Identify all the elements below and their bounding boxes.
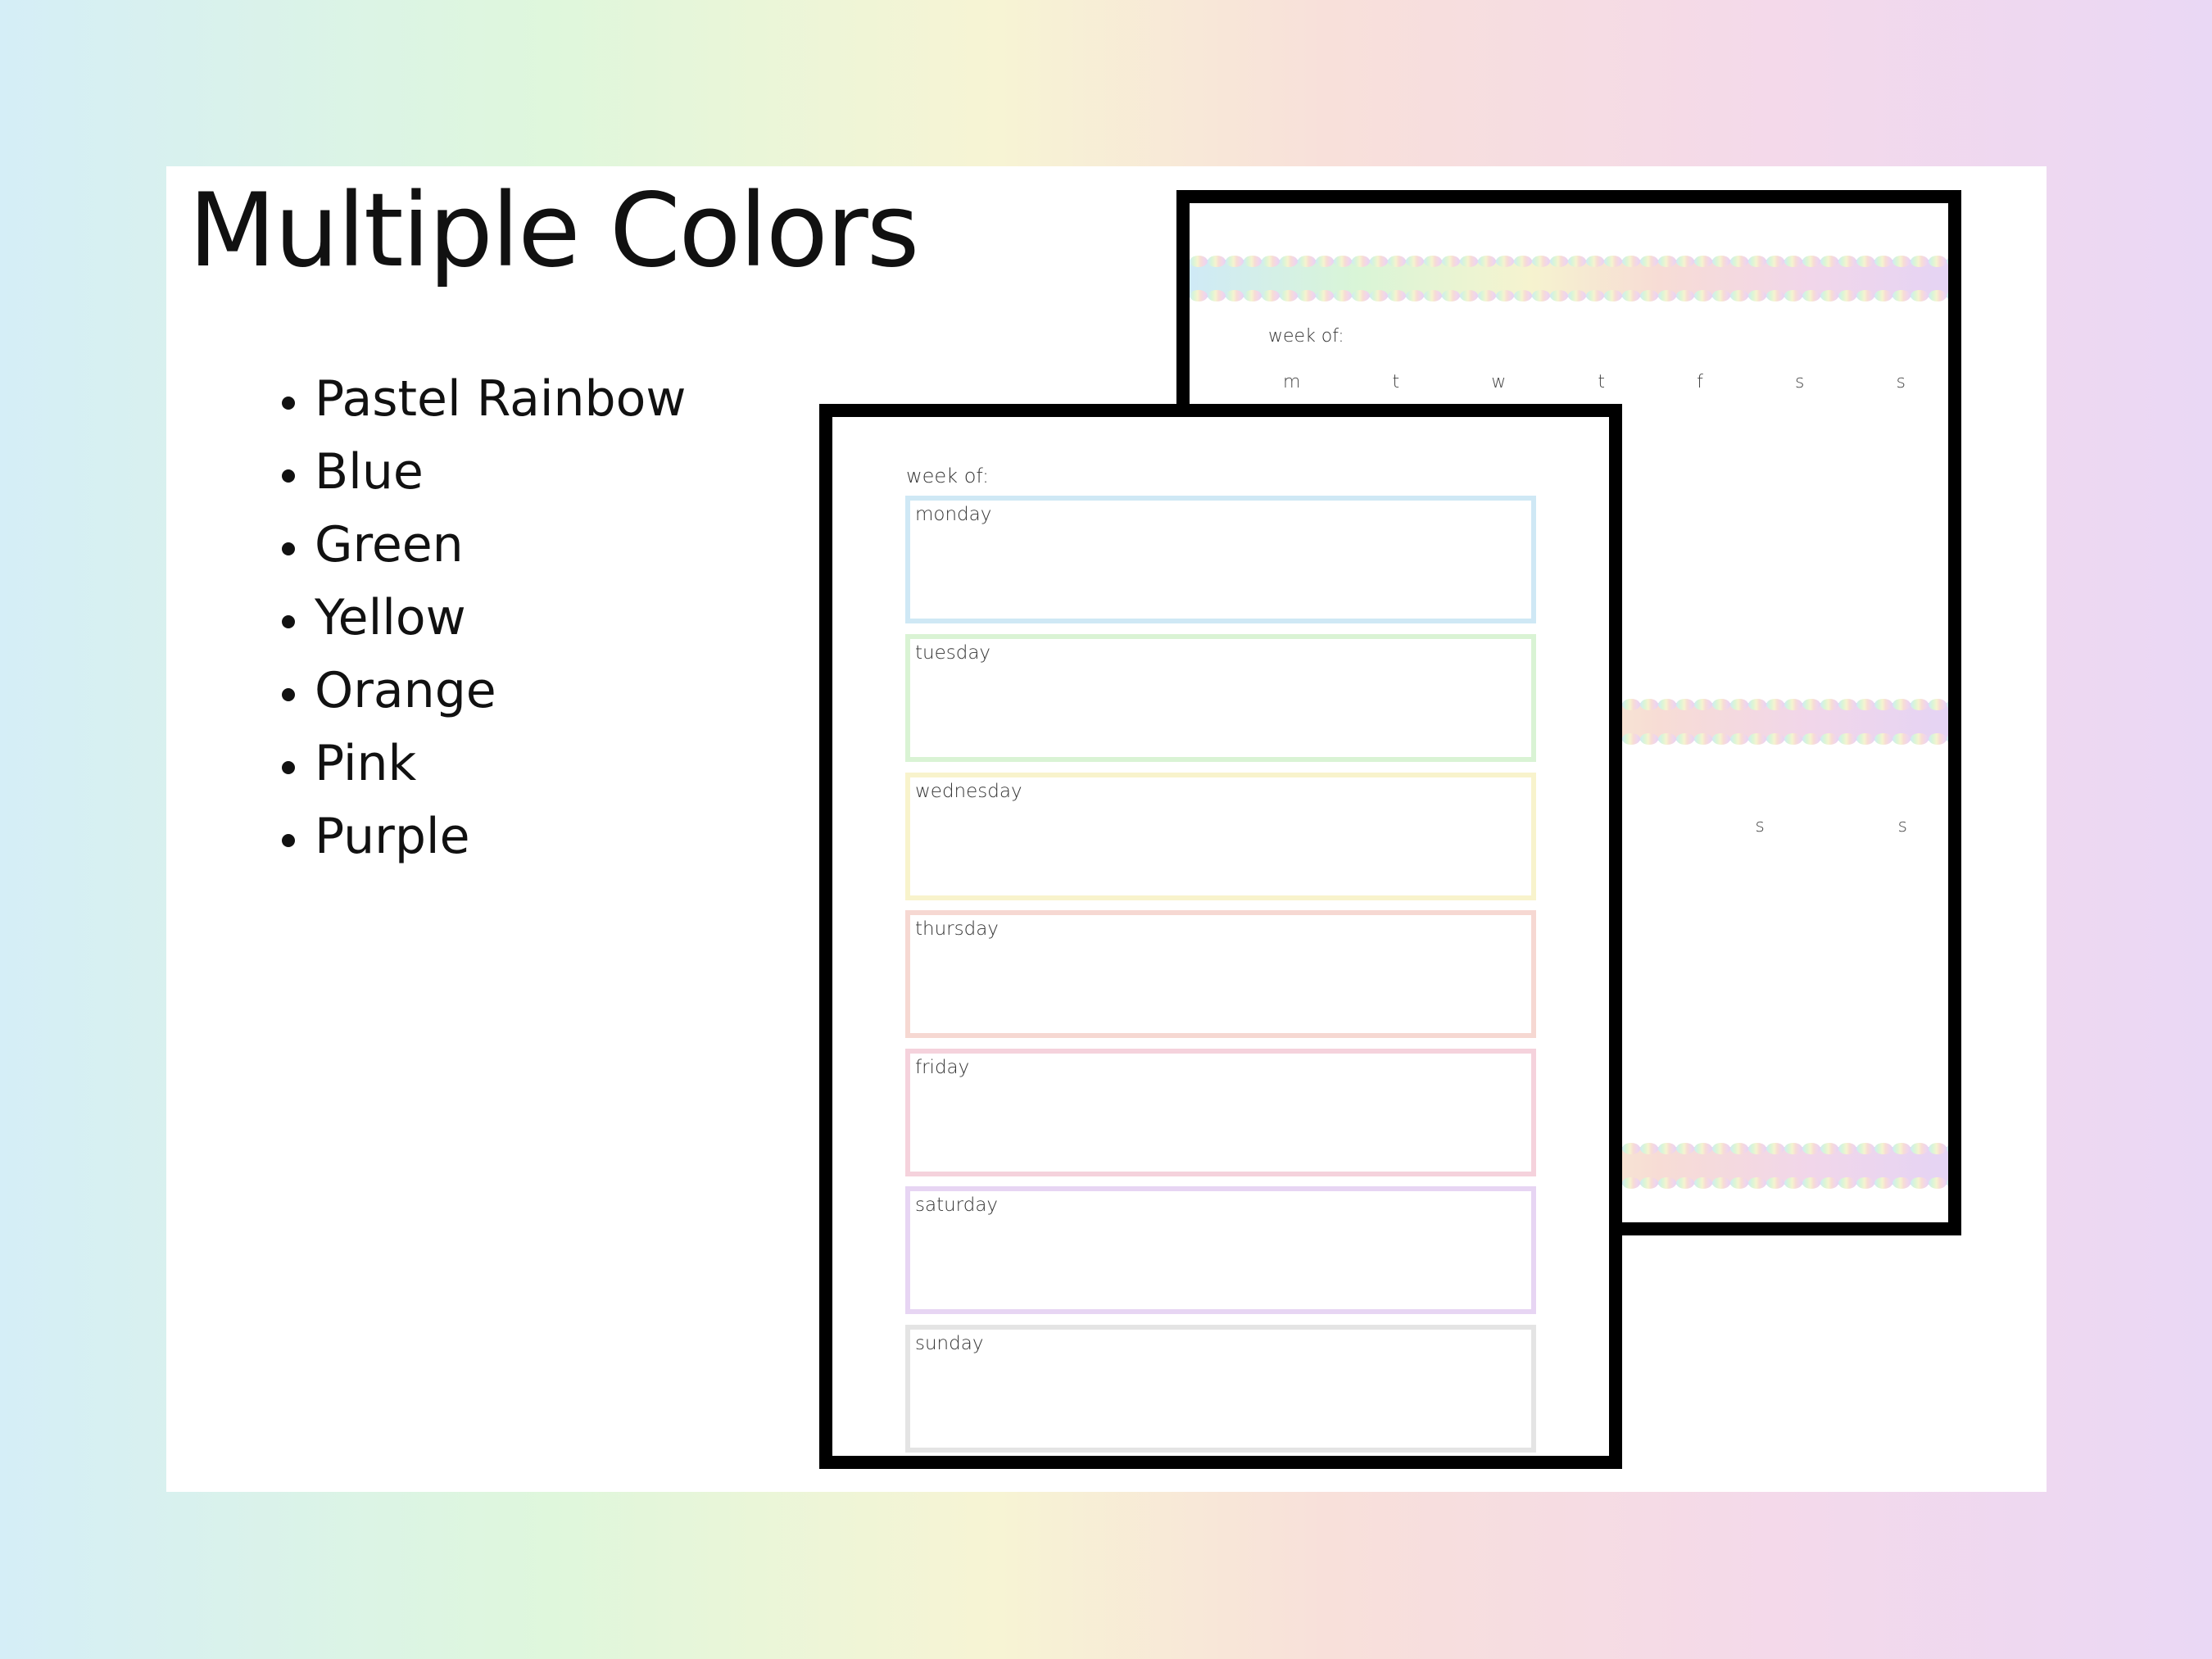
weekday-initial: t: [1392, 372, 1400, 392]
scallop-border-top: [1190, 255, 1948, 302]
day-label: friday: [915, 1057, 970, 1078]
color-item: Green: [279, 514, 686, 587]
day-label: monday: [915, 504, 992, 525]
weekday-initial: w: [1491, 372, 1507, 392]
color-item: Yellow: [279, 587, 686, 660]
weekday-initial: s: [1897, 816, 1907, 836]
day-box-friday: friday: [905, 1049, 1536, 1176]
color-item: Orange: [279, 660, 686, 733]
day-label: thursday: [915, 918, 999, 940]
color-item: Purple: [279, 806, 686, 879]
day-box-thursday: thursday: [905, 910, 1536, 1038]
weekday-initials-row: m t w t f s s: [1283, 372, 1906, 392]
weekday-initials-row-lower: f s s: [1616, 816, 1907, 836]
day-box-wednesday: wednesday: [905, 773, 1536, 900]
page-title: Multiple Colors: [188, 172, 919, 290]
day-label: wednesday: [915, 781, 1022, 802]
week-of-label: week of:: [906, 465, 990, 487]
color-item: Blue: [279, 442, 686, 514]
day-box-sunday: sunday: [905, 1325, 1536, 1453]
week-of-label: week of:: [1268, 326, 1344, 347]
day-box-saturday: saturday: [905, 1186, 1536, 1314]
day-box-monday: monday: [905, 496, 1536, 623]
weekday-initial: f: [1697, 372, 1703, 392]
day-label: sunday: [915, 1333, 984, 1354]
color-item: Pink: [279, 733, 686, 806]
day-label: saturday: [915, 1194, 999, 1216]
weekday-initial: s: [1755, 816, 1765, 836]
weekday-initial: t: [1598, 372, 1605, 392]
day-box-tuesday: tuesday: [905, 634, 1536, 762]
day-label: tuesday: [915, 642, 991, 664]
weekday-initial: s: [1896, 372, 1906, 392]
weekday-initial: s: [1794, 372, 1805, 392]
color-list: Pastel Rainbow Blue Green Yellow Orange …: [279, 369, 686, 879]
planner-page-front: week of: monday tuesday wednesday thursd…: [819, 404, 1622, 1469]
weekday-initial: m: [1283, 372, 1301, 392]
color-item: Pastel Rainbow: [279, 369, 686, 442]
